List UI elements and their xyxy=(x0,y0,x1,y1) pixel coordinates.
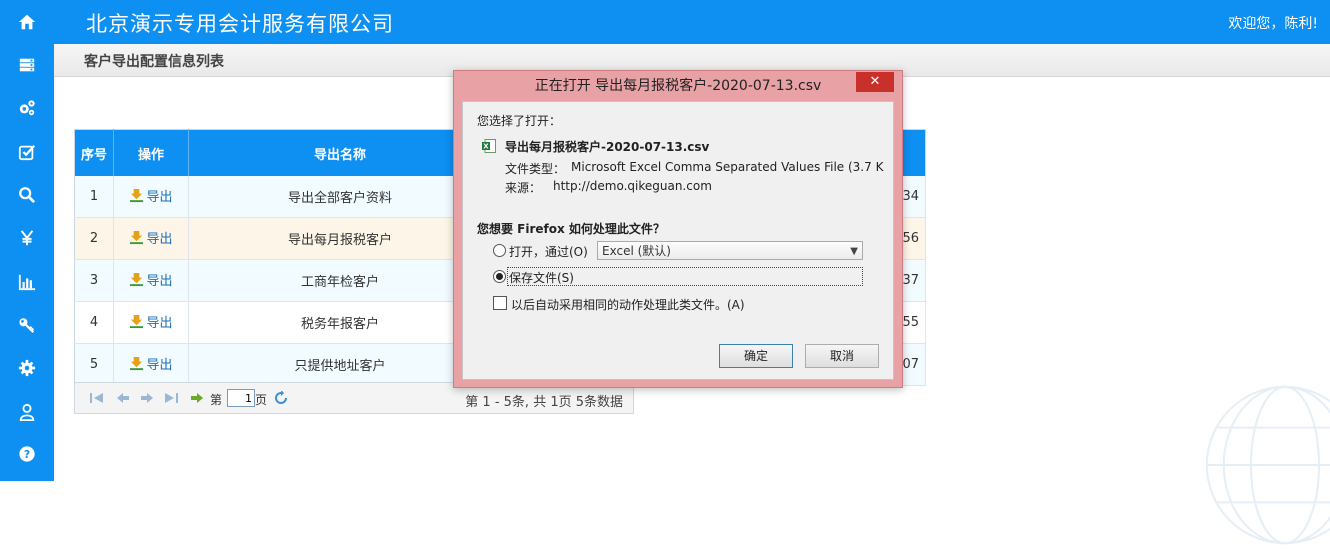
svg-text:?: ? xyxy=(24,448,30,461)
dialog-body: 您选择了打开： X 导出每月报税客户-2020-07-13.csv 文件类型： … xyxy=(462,101,894,380)
last-page-icon[interactable] xyxy=(163,391,179,405)
sidebar-checkbox-icon[interactable] xyxy=(0,137,54,167)
export-link[interactable]: 导出 xyxy=(129,186,173,205)
export-link[interactable]: 导出 xyxy=(129,270,173,289)
auto-action-label[interactable]: 以后自动采用相同的动作处理此类文件。(A) xyxy=(511,296,745,313)
row-no: 3 xyxy=(74,259,114,302)
prev-page-icon[interactable] xyxy=(115,391,131,405)
file-type-value: Microsoft Excel Comma Separated Values F… xyxy=(571,160,884,174)
auto-action-checkbox[interactable] xyxy=(493,296,507,310)
source-value: http://demo.qikeguan.com xyxy=(553,179,712,193)
row-action: 导出 xyxy=(113,343,189,386)
first-page-icon[interactable] xyxy=(89,391,105,405)
row-name: 导出每月报税客户 xyxy=(188,217,492,260)
export-link[interactable]: 导出 xyxy=(129,312,173,331)
top-bar: 北京演示专用会计服务有限公司 欢迎您，陈利! xyxy=(0,0,1330,44)
sidebar-key-icon[interactable] xyxy=(0,310,54,340)
export-link[interactable]: 导出 xyxy=(129,354,173,373)
download-icon xyxy=(130,188,144,203)
sidebar: ? xyxy=(0,0,54,481)
file-type-label: 文件类型： xyxy=(505,162,566,176)
save-file-label[interactable]: 保存文件(S) xyxy=(509,269,574,286)
export-link[interactable]: 导出 xyxy=(129,228,173,247)
download-icon xyxy=(130,314,144,329)
download-dialog: 正在打开 导出每月报税客户-2020-07-13.csv ✕ 您选择了打开： X… xyxy=(453,70,903,388)
sidebar-yen-icon[interactable] xyxy=(0,223,54,253)
download-icon xyxy=(130,230,144,245)
open-with-select-value: Excel (默认) xyxy=(602,244,671,258)
row-name: 工商年检客户 xyxy=(188,259,492,302)
row-action: 导出 xyxy=(113,259,189,302)
download-icon xyxy=(130,272,144,287)
page-number-input[interactable] xyxy=(227,389,255,407)
handling-question: 您想要 Firefox 如何处理此文件？ xyxy=(477,222,665,236)
sidebar-bar-chart-icon[interactable] xyxy=(0,267,54,297)
page-suffix: 页 xyxy=(255,393,268,407)
sidebar-gear-icon[interactable] xyxy=(0,353,54,383)
column-header-name[interactable]: 导出名称 xyxy=(188,129,492,176)
row-name: 只提供地址客户 xyxy=(188,343,492,386)
cancel-button[interactable]: 取消 xyxy=(805,344,879,368)
you-chose-label: 您选择了打开： xyxy=(477,114,562,128)
export-link-label: 导出 xyxy=(146,274,173,289)
source-label: 来源： xyxy=(505,181,542,195)
row-no: 2 xyxy=(74,217,114,260)
row-no: 5 xyxy=(74,343,114,386)
refresh-icon[interactable] xyxy=(273,390,289,405)
row-no: 1 xyxy=(74,176,114,218)
row-name: 税务年报客户 xyxy=(188,301,492,344)
sidebar-home-icon[interactable] xyxy=(0,7,54,37)
export-link-label: 导出 xyxy=(146,232,173,247)
column-header-no[interactable]: 序号 xyxy=(74,129,114,176)
export-link-label: 导出 xyxy=(146,190,173,205)
welcome-text[interactable]: 欢迎您，陈利! xyxy=(1228,13,1318,33)
sidebar-search-icon[interactable] xyxy=(0,180,54,210)
row-no: 4 xyxy=(74,301,114,344)
save-file-radio[interactable] xyxy=(493,270,506,283)
excel-file-icon: X xyxy=(482,139,496,153)
chevron-down-icon: ▼ xyxy=(850,246,858,257)
sidebar-gears-icon[interactable] xyxy=(0,93,54,123)
go-page-icon[interactable] xyxy=(189,391,205,405)
export-link-label: 导出 xyxy=(146,358,173,373)
page-title: 客户导出配置信息列表 xyxy=(84,54,224,70)
open-with-select[interactable]: Excel (默认) ▼ xyxy=(597,241,863,260)
dialog-close-button[interactable]: ✕ xyxy=(856,72,894,92)
row-name: 导出全部客户资料 xyxy=(188,176,492,218)
sidebar-help-icon[interactable]: ? xyxy=(0,439,54,469)
column-header-action[interactable]: 操作 xyxy=(113,129,189,176)
export-link-label: 导出 xyxy=(146,316,173,331)
page-prefix: 第 xyxy=(210,393,223,407)
next-page-icon[interactable] xyxy=(139,391,155,405)
dialog-title: 正在打开 导出每月报税客户-2020-07-13.csv xyxy=(534,78,822,94)
svg-text:X: X xyxy=(483,143,489,151)
globe-watermark-icon xyxy=(1205,385,1330,545)
row-action: 导出 xyxy=(113,176,189,218)
open-with-label[interactable]: 打开，通过(O) xyxy=(509,243,588,260)
file-name: 导出每月报税客户-2020-07-13.csv xyxy=(505,140,710,154)
download-icon xyxy=(130,356,144,371)
pager-summary: 第 1 - 5条, 共 1页 5条数据 xyxy=(465,395,623,410)
open-with-radio[interactable] xyxy=(493,244,506,257)
row-action: 导出 xyxy=(113,217,189,260)
sidebar-user-icon[interactable] xyxy=(0,397,54,427)
company-name: 北京演示专用会计服务有限公司 xyxy=(86,12,394,36)
ok-button[interactable]: 确定 xyxy=(719,344,793,368)
sidebar-server-icon[interactable] xyxy=(0,50,54,80)
row-action: 导出 xyxy=(113,301,189,344)
